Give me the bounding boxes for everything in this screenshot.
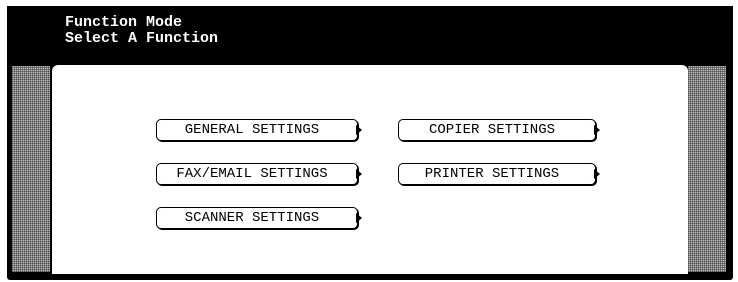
header-bar: Function Mode Select A Function	[7, 6, 733, 70]
function-menu-panel: GENERAL SETTINGS COPIER SETTINGS FAX/EMA…	[52, 65, 688, 274]
general-settings-button[interactable]: GENERAL SETTINGS	[156, 119, 362, 141]
scanner-settings-label: SCANNER SETTINGS	[184, 210, 320, 226]
chevron-right-icon	[594, 169, 600, 179]
printer-settings-label: PRINTER SETTINGS	[424, 166, 560, 182]
copier-settings-label: COPIER SETTINGS	[428, 122, 556, 138]
general-settings-label: GENERAL SETTINGS	[184, 122, 320, 138]
mode-title: Function Mode	[65, 14, 183, 31]
fax-email-settings-button[interactable]: FAX/EMAIL SETTINGS	[156, 163, 362, 185]
copier-settings-button[interactable]: COPIER SETTINGS	[398, 119, 600, 141]
chevron-right-icon	[594, 125, 600, 135]
chevron-right-icon	[356, 213, 362, 223]
right-scroll-bar[interactable]	[688, 66, 726, 272]
fax-email-settings-label: FAX/EMAIL SETTINGS	[176, 166, 328, 182]
left-scroll-bar[interactable]	[12, 66, 50, 272]
printer-settings-button[interactable]: PRINTER SETTINGS	[398, 163, 600, 185]
chevron-right-icon	[356, 169, 362, 179]
scanner-settings-button[interactable]: SCANNER SETTINGS	[156, 207, 362, 229]
chevron-right-icon	[356, 125, 362, 135]
instruction-text: Select A Function	[65, 30, 219, 47]
